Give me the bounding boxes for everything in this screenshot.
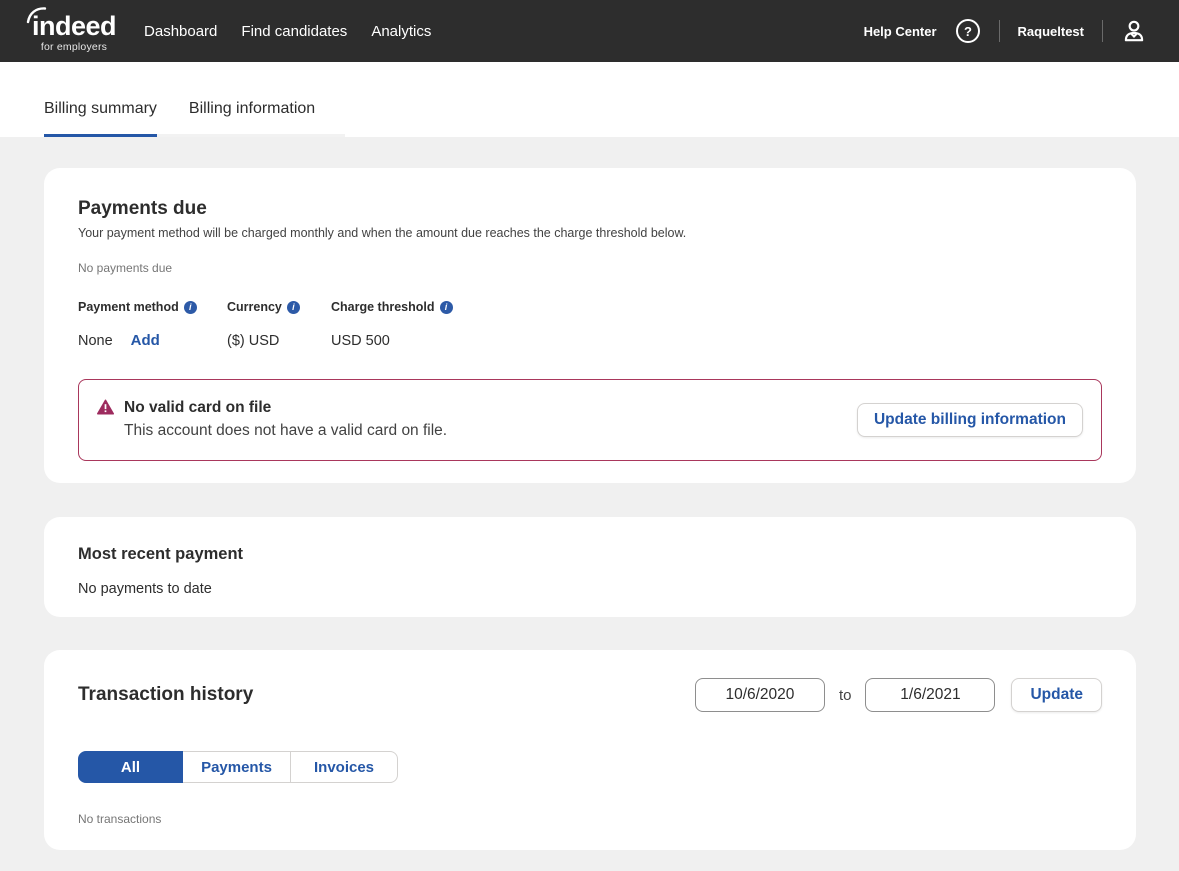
tab-rest-underline: Billing information: [157, 74, 345, 137]
transaction-history-header: Transaction history to Update: [78, 678, 1102, 712]
billing-tabbar: Billing summary Billing information: [0, 62, 1179, 137]
tab-billing-summary[interactable]: Billing summary: [44, 74, 157, 137]
top-navigation: indeed for employers Dashboard Find cand…: [0, 0, 1179, 62]
payment-method-cell: None Add: [78, 332, 227, 349]
nav-divider: [999, 20, 1000, 42]
indeed-logo[interactable]: indeed for employers: [32, 9, 116, 53]
nav-divider: [1102, 20, 1103, 42]
payments-table-header: Payment method i Currency i Charge thres…: [78, 300, 1102, 314]
column-header-payment-method: Payment method i: [78, 300, 227, 314]
column-header-charge-threshold: Charge threshold i: [331, 300, 1102, 314]
most-recent-payment-card: Most recent payment No payments to date: [44, 517, 1136, 617]
most-recent-payment-title: Most recent payment: [78, 545, 1102, 564]
currency-header-label: Currency: [227, 300, 282, 314]
nav-item-analytics[interactable]: Analytics: [371, 15, 431, 48]
add-payment-method-link[interactable]: Add: [131, 332, 160, 349]
charge-threshold-value: USD 500: [331, 333, 1102, 349]
payments-table-row: None Add ($) USD USD 500: [78, 332, 1102, 349]
no-transactions-status: No transactions: [78, 812, 1102, 826]
date-from-input[interactable]: [695, 678, 825, 712]
help-question-icon[interactable]: ?: [955, 18, 981, 44]
currency-value: ($) USD: [227, 333, 331, 349]
alert-title: No valid card on file: [124, 398, 447, 418]
currency-info-icon[interactable]: i: [287, 301, 300, 314]
payment-method-header-label: Payment method: [78, 300, 179, 314]
payments-due-status: No payments due: [78, 261, 1102, 275]
no-valid-card-alert: No valid card on file This account does …: [78, 379, 1102, 461]
nav-right-section: Help Center ? Raqueltest: [864, 18, 1147, 44]
column-header-currency: Currency i: [227, 300, 331, 314]
logo-swoosh-icon: [26, 6, 48, 24]
date-to-input[interactable]: [865, 678, 995, 712]
account-username[interactable]: Raqueltest: [1018, 24, 1084, 39]
help-center-link[interactable]: Help Center: [864, 24, 937, 39]
filter-invoices[interactable]: Invoices: [291, 751, 398, 783]
payments-due-card: Payments due Your payment method will be…: [44, 168, 1136, 483]
tab-billing-information[interactable]: Billing information: [189, 74, 315, 134]
payment-method-value: None: [78, 333, 113, 349]
payments-due-title: Payments due: [78, 198, 1102, 220]
payment-method-info-icon[interactable]: i: [184, 301, 197, 314]
charge-threshold-info-icon[interactable]: i: [440, 301, 453, 314]
primary-nav: Dashboard Find candidates Analytics: [144, 15, 431, 48]
charge-threshold-header-label: Charge threshold: [331, 300, 435, 314]
update-date-range-button[interactable]: Update: [1011, 678, 1102, 712]
payments-due-description: Your payment method will be charged mont…: [78, 226, 1102, 240]
update-billing-information-button[interactable]: Update billing information: [857, 403, 1083, 437]
transaction-history-card: Transaction history to Update All Paymen…: [44, 650, 1136, 850]
alert-message: This account does not have a valid card …: [124, 420, 447, 442]
transaction-history-title: Transaction history: [78, 684, 253, 706]
date-range-to-label: to: [839, 687, 852, 704]
transaction-filter-segmented-control: All Payments Invoices: [78, 751, 398, 783]
svg-text:?: ?: [964, 24, 972, 39]
tab-row: Billing summary Billing information: [44, 62, 345, 137]
alert-text-block: No valid card on file This account does …: [124, 398, 447, 442]
filter-all[interactable]: All: [78, 751, 183, 783]
most-recent-payment-status: No payments to date: [78, 581, 1102, 597]
account-person-icon[interactable]: [1121, 18, 1147, 44]
date-range-controls: to Update: [695, 678, 1102, 712]
filter-payments[interactable]: Payments: [183, 751, 291, 783]
nav-item-find-candidates[interactable]: Find candidates: [241, 15, 347, 48]
main-content: Payments due Your payment method will be…: [0, 168, 1179, 850]
warning-triangle-icon: [97, 399, 114, 420]
nav-item-dashboard[interactable]: Dashboard: [144, 15, 217, 48]
logo-tagline: for employers: [32, 41, 116, 53]
